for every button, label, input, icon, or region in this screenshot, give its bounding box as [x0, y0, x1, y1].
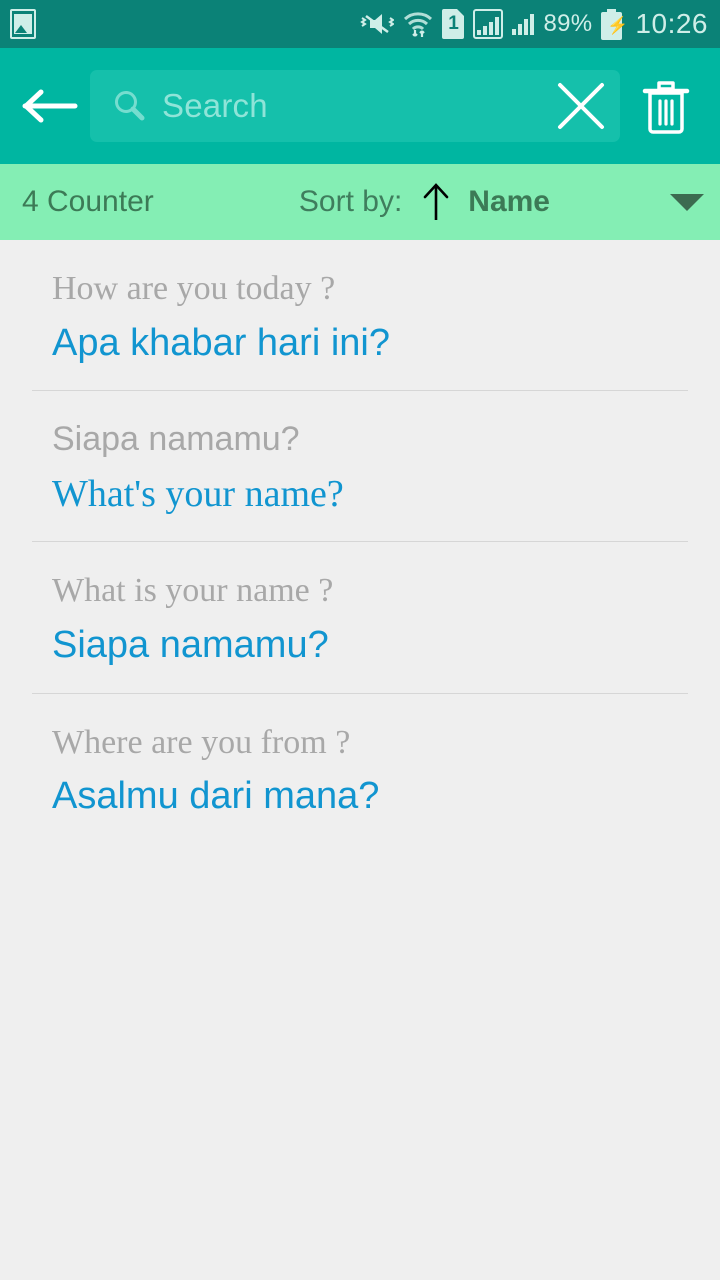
status-bar: 1 89% ⚡ 10:26 [0, 0, 720, 48]
search-input[interactable]: Search [90, 70, 620, 142]
chevron-down-icon[interactable] [670, 193, 704, 211]
search-placeholder: Search [162, 87, 268, 124]
phrase-source: Siapa namamu? [52, 420, 300, 459]
sort-by-label: Sort by: [298, 185, 403, 218]
wifi-transfer-icon [404, 12, 433, 37]
phrase-target: Apa khabar hari ini? [52, 321, 390, 364]
battery-percent-label: 89% [543, 10, 593, 37]
gallery-icon [10, 9, 36, 39]
sim-card-icon: 1 [442, 9, 465, 39]
back-arrow-icon [22, 89, 78, 123]
search-toolbar: Search [0, 48, 720, 164]
list-item[interactable]: How are you today ? Apa khabar hari ini? [0, 240, 720, 392]
sort-control[interactable]: Sort by: Name [299, 182, 704, 222]
app-screen: 1 89% ⚡ 10:26 Search 4 Counter Sort by: … [0, 0, 720, 1280]
search-icon [115, 91, 145, 121]
signal-bars-icon [512, 13, 535, 35]
sort-value-label: Name [468, 185, 550, 218]
phrase-source: What is your name ? [52, 572, 334, 610]
list-item[interactable]: What is your name ? Siapa namamu? [0, 542, 720, 694]
mute-vibrate-icon [360, 14, 395, 34]
back-button[interactable] [14, 70, 86, 142]
counter-label: 4 Counter [22, 185, 154, 218]
status-bar-left [10, 9, 36, 39]
signal-bars-boxed-icon [473, 9, 504, 39]
list-item[interactable]: Where are you from ? Asalmu dari mana? [0, 694, 720, 845]
trash-icon [642, 81, 690, 134]
clear-search-button[interactable] [550, 75, 612, 137]
phrase-list: How are you today ? Apa khabar hari ini?… [0, 240, 720, 845]
phrase-source: How are you today ? [52, 270, 336, 307]
clock-label: 10:26 [635, 8, 708, 39]
close-icon [558, 83, 604, 129]
delete-all-button[interactable] [626, 66, 706, 146]
phrase-target: Siapa namamu? [52, 624, 329, 667]
battery-charging-icon: ⚡ [601, 8, 629, 40]
status-bar-right: 1 89% ⚡ 10:26 [360, 8, 708, 40]
list-item[interactable]: Siapa namamu? What's your name? [0, 391, 720, 543]
arrow-up-icon[interactable] [420, 182, 452, 222]
phrase-source: Where are you from ? [52, 723, 351, 761]
phrase-target: What's your name? [52, 473, 344, 516]
phrase-target: Asalmu dari mana? [52, 775, 380, 818]
sort-bar: 4 Counter Sort by: Name [0, 164, 720, 240]
